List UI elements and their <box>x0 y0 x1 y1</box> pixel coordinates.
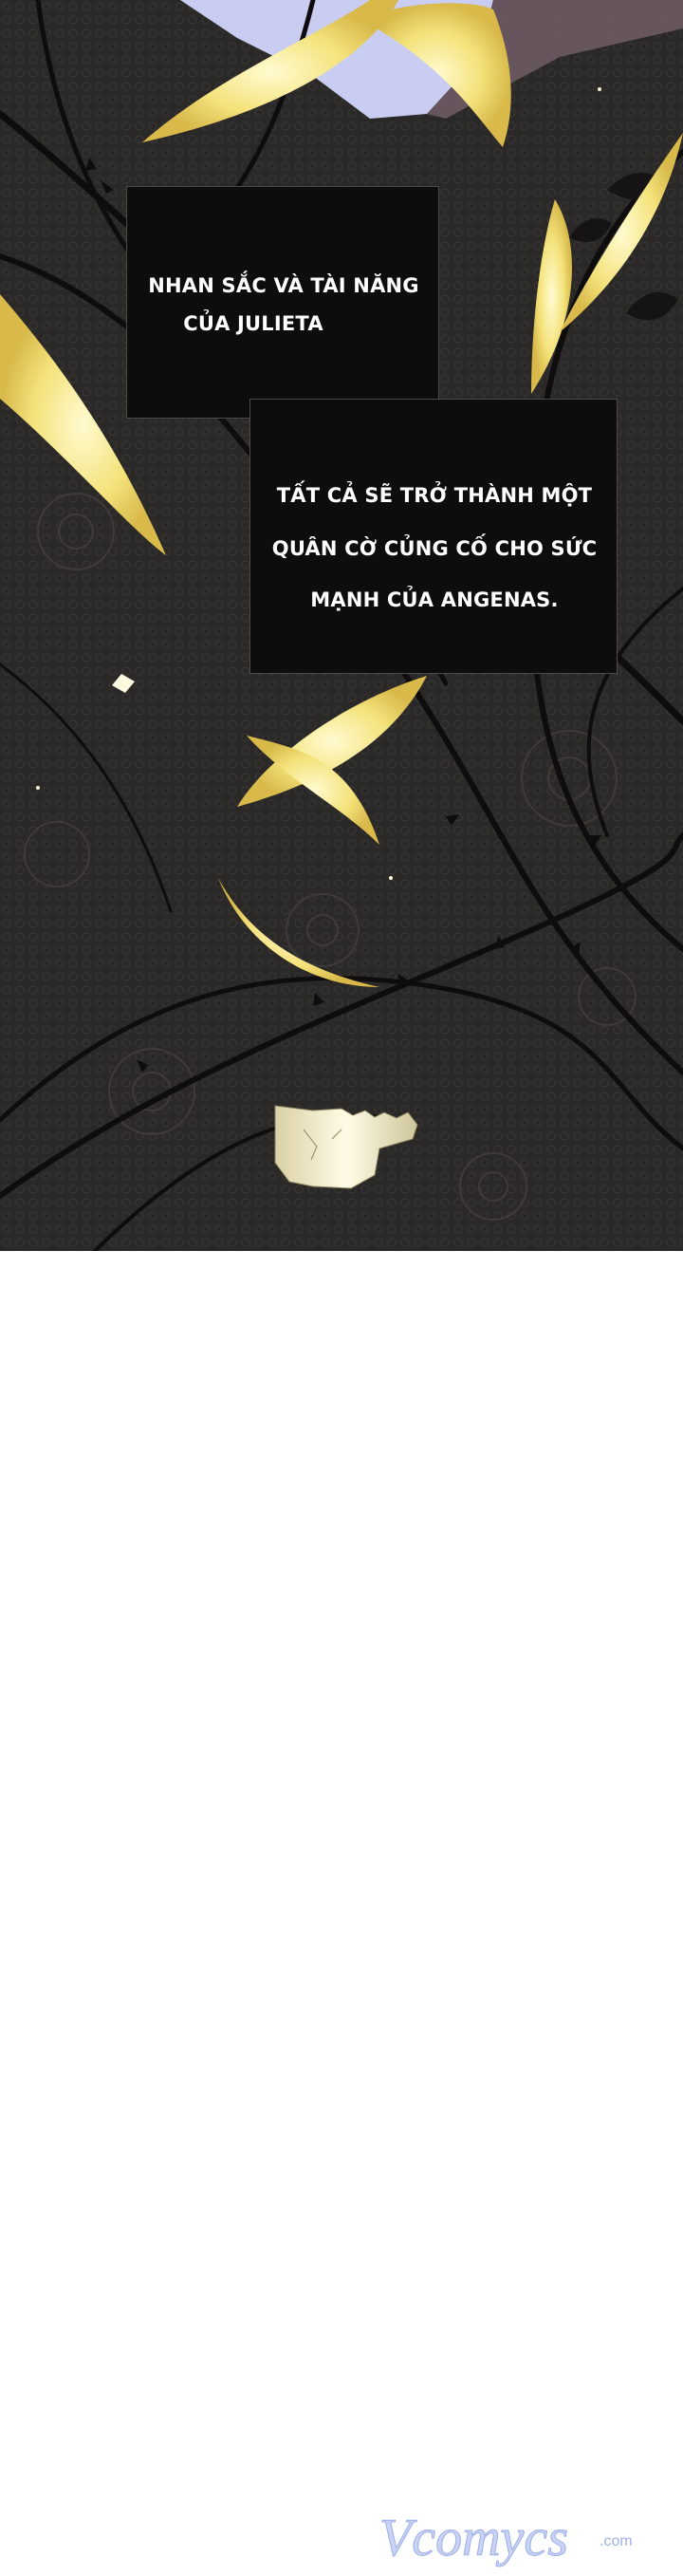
watermark-suffix: .com <box>600 2533 633 2549</box>
narration-box-top: NHAN SẮC VÀ TÀI NĂNG CỦA JULIETA <box>126 186 439 419</box>
narration-line: MẠNH CỦA ANGENAS. <box>310 588 559 611</box>
narration-line: NHAN SẮC VÀ TÀI NĂNG <box>148 274 419 297</box>
page-footer: Vcomycs .com <box>0 1251 683 2568</box>
narration-line: TẤT CẢ SẼ TRỞ THÀNH MỘT <box>276 484 593 507</box>
narration-line: CỦA JULIETA <box>183 312 323 335</box>
comic-panel: NHAN SẮC VÀ TÀI NĂNG CỦA JULIETA TẤT CẢ … <box>0 0 683 1251</box>
watermark-logo: Vcomycs .com <box>379 2509 633 2568</box>
watermark-text: Vcomycs <box>379 2509 568 2567</box>
narration-box-bottom: TẤT CẢ SẼ TRỞ THÀNH MỘT QUÂN CỜ CỦNG CỐ … <box>249 399 618 674</box>
narration-line: QUÂN CỜ CỦNG CỐ CHO SỨC <box>271 537 598 560</box>
